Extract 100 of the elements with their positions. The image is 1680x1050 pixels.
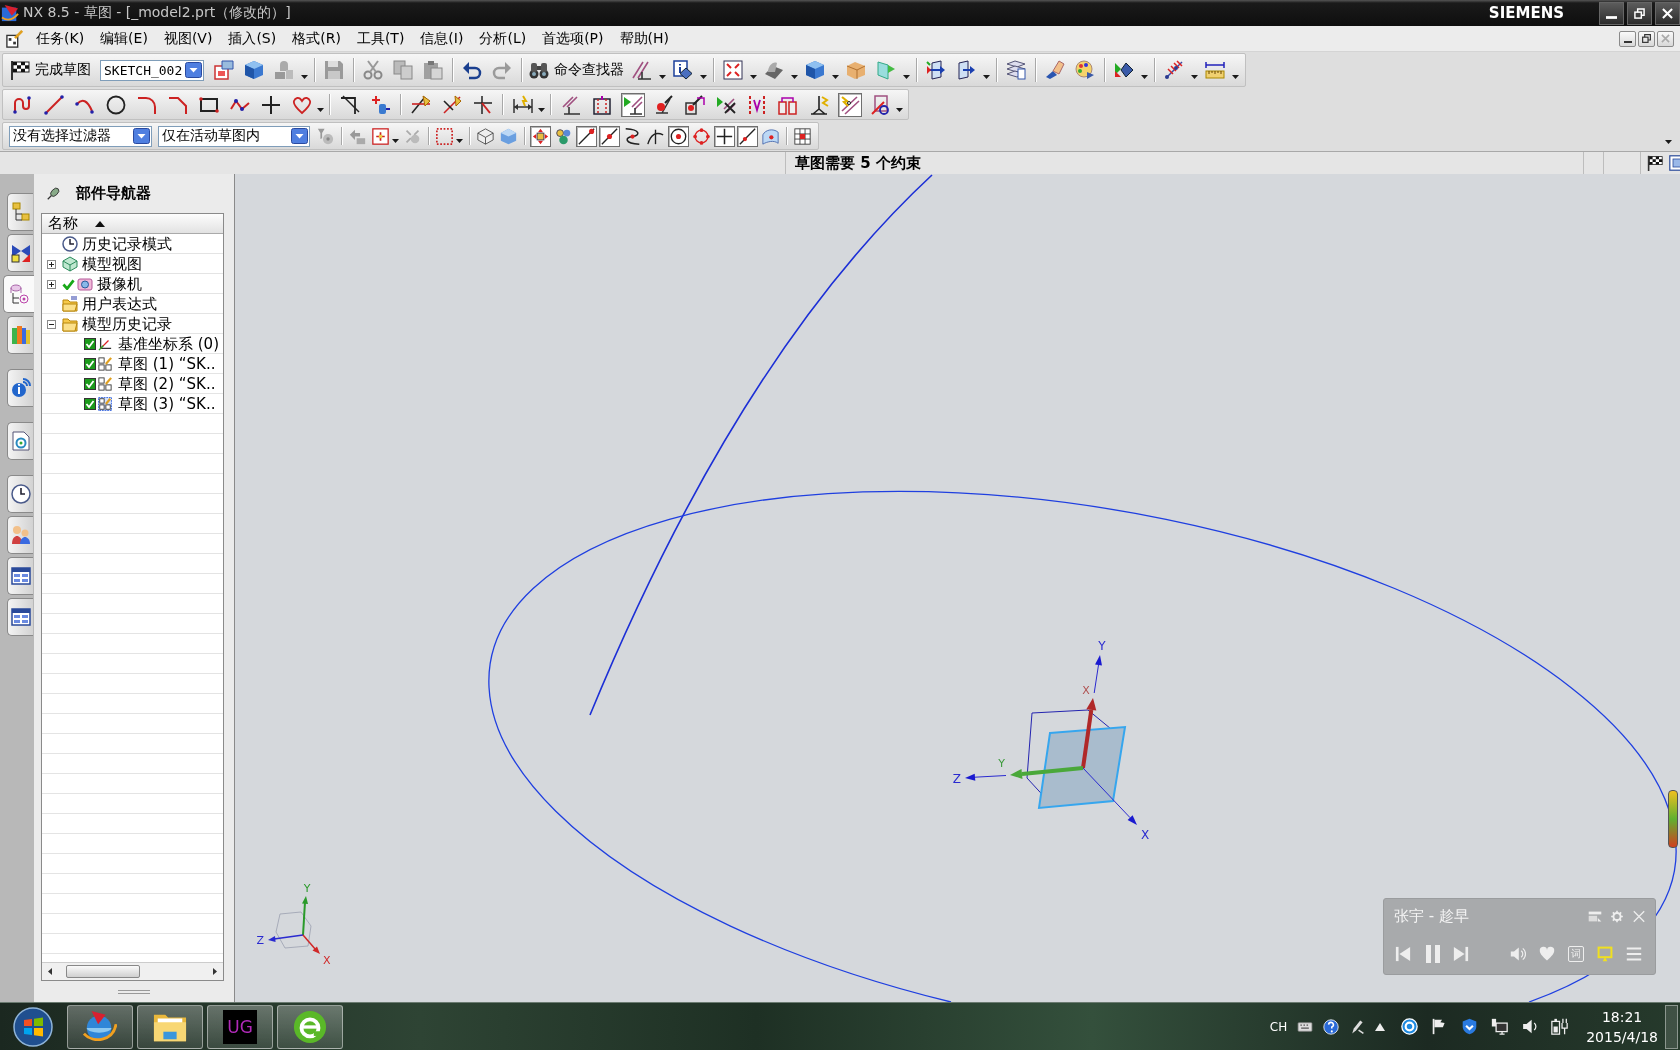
cube-icon[interactable] — [244, 60, 264, 80]
tree-item[interactable]: 用户表达式 — [82, 294, 157, 314]
dimension-icon[interactable] — [512, 94, 533, 115]
vertical-direction-arrow[interactable] — [1081, 698, 1097, 769]
extend-lines-icon[interactable] — [441, 94, 462, 115]
clipboard-icon[interactable] — [423, 60, 443, 80]
plus-box-icon[interactable] — [47, 279, 56, 289]
toggle-button[interactable] — [599, 125, 620, 147]
rectangle-icon[interactable] — [198, 94, 219, 115]
dropdown-caret-icon[interactable] — [538, 108, 545, 112]
sketch-name-dropdown[interactable]: SKETCH_002 — [100, 59, 204, 81]
menu-item[interactable]: 编辑(E) — [92, 29, 156, 48]
toggle-button[interactable] — [530, 125, 551, 147]
angle-lines-icon[interactable] — [632, 60, 652, 80]
fillet-icon[interactable] — [136, 94, 157, 115]
undo-icon[interactable] — [462, 60, 482, 80]
battery-plug-icon[interactable] — [1551, 1018, 1569, 1035]
dropdown-caret-icon[interactable] — [750, 75, 757, 79]
graphics-area[interactable]: Y X Z X Y Y Z X 张宇 - 趁早 词 — [235, 174, 1680, 1002]
scroll-right-icon[interactable] — [213, 968, 217, 975]
toggle-button[interactable] — [837, 92, 862, 117]
up-triangle-icon[interactable] — [1375, 1022, 1386, 1031]
checkbox[interactable] — [84, 358, 96, 370]
scissors-icon[interactable] — [363, 60, 383, 80]
panel-arrow-icon[interactable] — [956, 60, 976, 80]
grid-icon[interactable] — [794, 127, 811, 145]
finish-sketch-button[interactable]: 完成草图 — [7, 58, 94, 82]
box-icon[interactable] — [846, 60, 866, 80]
dropdown-caret-icon[interactable] — [700, 75, 707, 79]
dropdown-caret-icon[interactable] — [1191, 75, 1198, 79]
target-square-icon[interactable] — [372, 127, 389, 145]
outline-box-icon[interactable] — [477, 127, 494, 145]
column-header[interactable]: 名称 — [42, 214, 223, 234]
info-window-icon[interactable] — [673, 60, 693, 80]
datum-plane[interactable] — [1037, 725, 1127, 810]
minus-box-icon[interactable] — [47, 319, 56, 329]
sketch-sheet-icon[interactable] — [214, 60, 234, 80]
scrollbar-thumb[interactable] — [66, 965, 140, 978]
resize-grip-icon[interactable] — [118, 989, 150, 994]
network-icon[interactable] — [1491, 1018, 1509, 1035]
taskbar-app-button[interactable]: UG — [207, 1004, 273, 1049]
eraser-icon[interactable] — [1045, 60, 1065, 80]
resource-tab[interactable] — [7, 316, 33, 354]
toggle-button[interactable] — [668, 125, 689, 147]
tree-item[interactable]: 模型视图 — [82, 254, 142, 274]
dropdown-caret-icon[interactable] — [832, 75, 839, 79]
toggle-button[interactable] — [576, 125, 597, 147]
menu-item[interactable]: 首选项(P) — [534, 29, 612, 48]
dropdown-caret-icon[interactable] — [456, 139, 463, 143]
y-axis-arrow[interactable] — [1093, 655, 1102, 694]
dropdown-caret-icon[interactable] — [659, 75, 666, 79]
keyboard-icon[interactable] — [1297, 1021, 1314, 1032]
toggle-button[interactable] — [620, 92, 645, 117]
fit-view-icon[interactable] — [723, 60, 743, 80]
shaded-shape-icon[interactable] — [764, 60, 784, 80]
scroll-left-icon[interactable] — [48, 968, 52, 975]
menu-item[interactable]: 工具(T) — [348, 29, 413, 48]
tree-item[interactable]: 摄像机 — [97, 274, 142, 294]
dropdown-caret-icon[interactable] — [1141, 75, 1148, 79]
taskbar-app-button[interactable] — [67, 1004, 133, 1049]
horizontal-scrollbar[interactable] — [42, 962, 223, 980]
menu-item[interactable]: 任务(K) — [28, 29, 93, 48]
clock-time[interactable]: 18:21 — [1601, 1006, 1643, 1027]
dropdown-caret-icon[interactable] — [301, 75, 308, 79]
close-button[interactable] — [1655, 1, 1680, 25]
resource-tab[interactable] — [7, 422, 33, 460]
cube-icon[interactable] — [805, 60, 825, 80]
dropdown-caret-icon[interactable] — [791, 75, 798, 79]
selection-filter-dropdown[interactable]: 没有选择过滤器 — [9, 125, 152, 147]
pen-icon[interactable] — [1349, 1018, 1366, 1035]
circle-icon[interactable] — [105, 94, 126, 115]
clock-date[interactable]: 2015/4/18 — [1586, 1026, 1658, 1047]
view-arrow-icon[interactable] — [926, 60, 946, 80]
tree-item[interactable]: 草图 (2) “SK.. — [118, 374, 216, 394]
palette-icon[interactable] — [1075, 60, 1095, 80]
plus-box-icon[interactable] — [47, 259, 56, 269]
shield-icon[interactable] — [1461, 1018, 1479, 1035]
menu-item[interactable]: 信息(I) — [412, 29, 472, 48]
part-window-icon[interactable] — [6, 29, 24, 48]
resource-tab[interactable] — [7, 557, 33, 595]
resource-tab[interactable] — [7, 598, 33, 636]
toggle-button[interactable] — [691, 125, 712, 147]
checkered-flag-icon[interactable] — [1647, 155, 1663, 171]
previous-track-icon[interactable] — [1395, 945, 1411, 962]
tree-item[interactable]: 草图 (3) “SK.. — [118, 394, 216, 414]
profile-curve-icon[interactable] — [12, 94, 33, 115]
command-finder-button[interactable]: 命令查找器 — [526, 58, 627, 82]
z-axis-arrow[interactable] — [965, 773, 1007, 781]
menu-item[interactable]: 插入(S) — [220, 29, 285, 48]
resource-tab[interactable] — [7, 516, 33, 554]
minimize-button[interactable] — [1599, 1, 1624, 25]
help-icon[interactable] — [1323, 1018, 1340, 1035]
dropdown-caret-icon[interactable] — [317, 108, 324, 112]
heart-curve-icon[interactable] — [291, 94, 312, 115]
cross-lines-icon[interactable] — [472, 94, 493, 115]
toggle-button[interactable] — [682, 92, 707, 117]
dropdown-caret-icon[interactable] — [896, 108, 903, 112]
pin-icon[interactable] — [46, 186, 60, 201]
checkbox[interactable] — [84, 338, 96, 350]
dropdown-caret-icon[interactable] — [1232, 75, 1239, 79]
